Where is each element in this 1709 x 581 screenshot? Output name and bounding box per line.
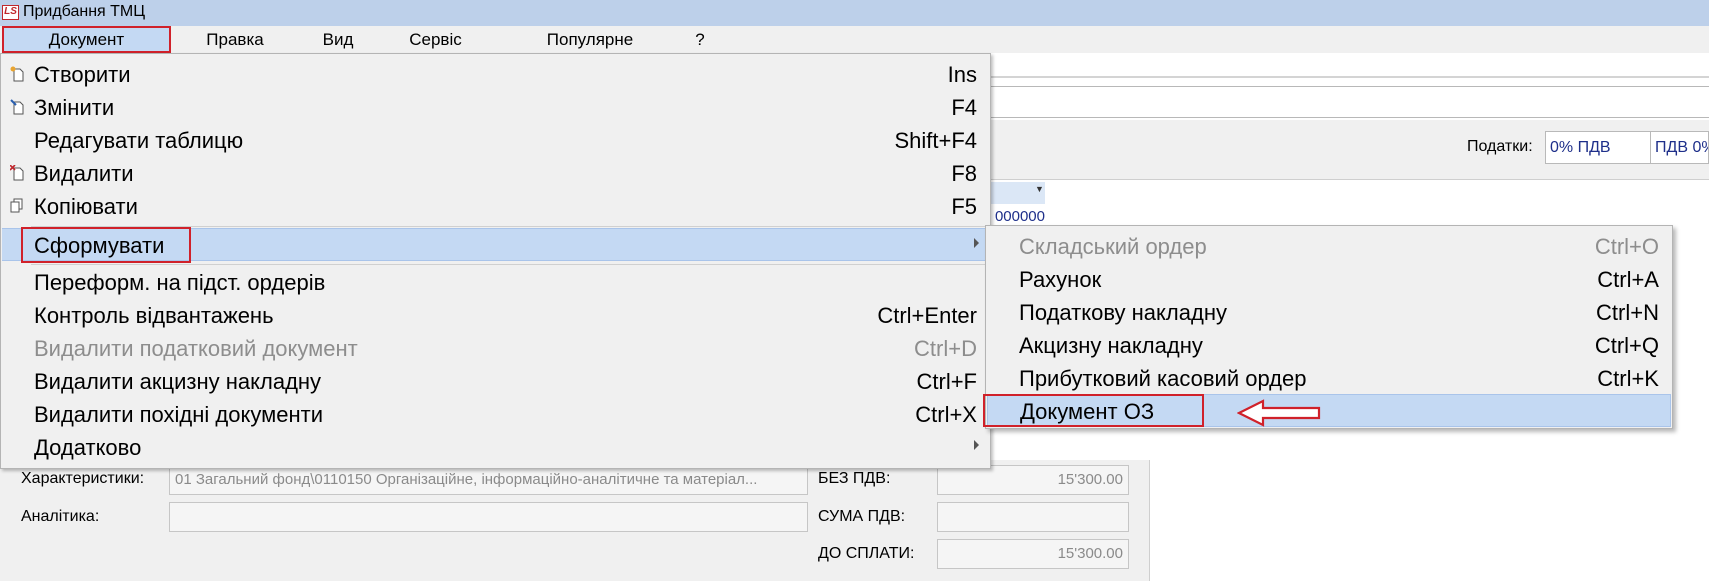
menu-bar: Документ Правка Вид Сервіс Популярне ? bbox=[0, 26, 1709, 53]
characteristics-field[interactable]: 01 Загальний фонд\0110150 Організаційне,… bbox=[169, 465, 808, 495]
characteristics-label: Характеристики: bbox=[21, 470, 145, 487]
annotation-arrow-icon bbox=[1237, 399, 1321, 427]
to-pay-field: 15'300.00 bbox=[937, 539, 1129, 569]
menu-edit[interactable]: Правка bbox=[205, 26, 265, 53]
vat-sum-label: СУМА ПДВ: bbox=[818, 508, 906, 525]
menu-item-shipment-control[interactable]: Контроль відвантажень Ctrl+Enter bbox=[2, 299, 989, 332]
sort-arrow-icon: ▼ bbox=[1035, 184, 1044, 194]
copy-doc-icon bbox=[10, 198, 24, 214]
edit-doc-icon bbox=[10, 99, 24, 115]
submenu-item-cash-receipt[interactable]: Прибутковий касовий ордер Ctrl+K bbox=[987, 362, 1671, 395]
tax-rate-field[interactable]: 0% ПДВ bbox=[1545, 131, 1652, 164]
tax-type-field[interactable]: ПДВ 0% bbox=[1650, 131, 1709, 164]
submenu-item-warehouse-order: Складський ордер Ctrl+O bbox=[1019, 234, 1659, 259]
submenu-item-invoice[interactable]: Рахунок Ctrl+A bbox=[987, 263, 1671, 296]
no-vat-field: 15'300.00 bbox=[937, 465, 1129, 495]
analytics-label: Аналітика: bbox=[21, 508, 100, 525]
annotation-highlight-box bbox=[21, 227, 191, 263]
menu-view[interactable]: Вид bbox=[318, 26, 358, 53]
menu-service[interactable]: Сервіс bbox=[403, 26, 468, 53]
menu-item-create[interactable]: Створити Ins bbox=[2, 58, 989, 91]
no-vat-label: БЕЗ ПДВ: bbox=[818, 470, 891, 487]
taxes-label: Податки: bbox=[1467, 138, 1533, 155]
menu-item-delete-tax-doc: Видалити податковий документ Ctrl+D bbox=[34, 336, 977, 361]
menu-help[interactable]: ? bbox=[690, 26, 710, 53]
menu-item-copy[interactable]: Копіювати F5 bbox=[2, 190, 989, 223]
submenu-arrow-icon bbox=[974, 238, 979, 248]
annotation-highlight-box bbox=[983, 394, 1204, 427]
menu-item-delete-excise[interactable]: Видалити акцизну накладну Ctrl+F bbox=[2, 365, 989, 398]
window-title: Придбання ТМЦ bbox=[23, 3, 146, 20]
document-header-field[interactable] bbox=[985, 86, 1709, 118]
menu-popular[interactable]: Популярне bbox=[538, 26, 642, 53]
menu-item-edit-table[interactable]: Редагувати таблицю Shift+F4 bbox=[2, 124, 989, 157]
to-pay-label: ДО СПЛАТИ: bbox=[818, 545, 915, 562]
submenu-arrow-icon bbox=[974, 440, 979, 450]
document-totals-panel: Характеристики: 01 Загальний фонд\011015… bbox=[0, 460, 1150, 581]
menu-item-delete-derived[interactable]: Видалити похідні документи Ctrl+X bbox=[2, 398, 989, 431]
menu-item-additional[interactable]: Додатково bbox=[2, 431, 989, 464]
menu-separator bbox=[31, 264, 986, 265]
submenu-item-excise-invoice[interactable]: Акцизну накладну Ctrl+Q bbox=[987, 329, 1671, 362]
title-bar: LS Придбання ТМЦ bbox=[0, 0, 1709, 26]
menu-document[interactable]: Документ bbox=[2, 26, 171, 53]
submenu-item-tax-invoice[interactable]: Податкову накладну Ctrl+N bbox=[987, 296, 1671, 329]
create-doc-icon bbox=[10, 66, 24, 82]
analytics-field[interactable] bbox=[169, 502, 808, 532]
menu-item-edit[interactable]: Змінити F4 bbox=[2, 91, 989, 124]
app-window: LS Придбання ТМЦ Документ Правка Вид Сер… bbox=[0, 0, 1709, 581]
vat-sum-field bbox=[937, 502, 1129, 532]
menu-item-reform-orders[interactable]: Переформ. на підст. ордерів bbox=[2, 266, 989, 299]
delete-doc-icon bbox=[9, 164, 24, 181]
toolbar-divider bbox=[985, 76, 1709, 78]
menu-item-delete[interactable]: Видалити F8 bbox=[2, 157, 989, 190]
ls-logo-icon: LS bbox=[2, 5, 19, 20]
